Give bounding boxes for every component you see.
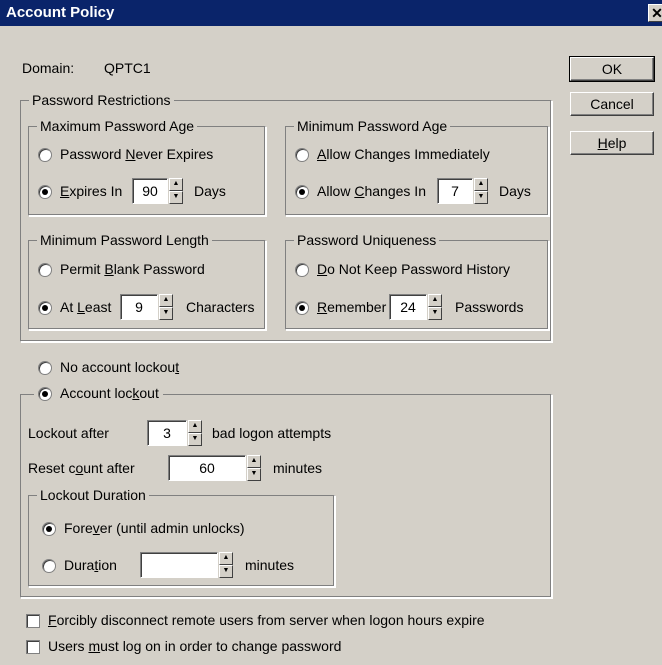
spin-up-icon[interactable]: ▲ [188,420,202,433]
radio-no-account-lockout[interactable]: No account lockout [38,359,179,376]
remember-passwords-input[interactable]: 24 [389,294,427,320]
radio-icon [38,148,52,163]
radio-password-never-expires[interactable]: Password Never Expires [38,146,213,163]
spin-down-icon[interactable]: ▼ [169,191,183,204]
radio-duration[interactable]: Duration [42,557,117,574]
lockout-duration-title: Lockout Duration [37,486,149,504]
spin-up-icon[interactable]: ▲ [247,455,261,468]
password-uniqueness-title: Password Uniqueness [294,231,440,249]
min-length-unit: Characters [186,299,255,315]
radio-expires-in[interactable]: Expires In [38,183,122,200]
checkbox-forcibly-disconnect[interactable]: Forcibly disconnect remote users from se… [26,612,485,629]
domain-label: Domain: [22,60,75,76]
duration-input[interactable] [140,552,218,578]
radio-do-not-keep-history[interactable]: Do Not Keep Password History [295,261,510,278]
radio-icon [38,361,52,376]
radio-at-least[interactable]: At Least [38,299,111,316]
min-password-age-group: Minimum Password Age [285,117,549,216]
reset-count-spinner[interactable]: 60 ▲ ▼ [168,455,261,481]
min-length-spinner[interactable]: 9 ▲ ▼ [120,294,173,320]
reset-count-input[interactable]: 60 [168,455,246,481]
remember-passwords-spinner[interactable]: 24 ▲ ▼ [389,294,442,320]
lockout-attempts-suffix: bad logon attempts [212,425,332,441]
max-age-days-input[interactable]: 90 [132,178,168,204]
lockout-attempts-input[interactable]: 3 [147,420,187,446]
account-policy-dialog: Account Policy ✕ Domain: QPTC1 OK Cancel… [0,0,662,665]
radio-forever[interactable]: Forever (until admin unlocks) [42,520,245,537]
duration-spinner[interactable]: ▲ ▼ [140,552,233,578]
spin-up-icon[interactable]: ▲ [159,294,173,307]
radio-icon [42,559,56,574]
radio-icon [38,387,52,402]
spin-down-icon[interactable]: ▼ [159,307,173,320]
radio-icon [38,263,52,278]
radio-icon [295,301,309,316]
radio-allow-changes-immediately[interactable]: Allow Changes Immediately [295,146,490,163]
reset-count-unit: minutes [273,460,323,476]
window-title: Account Policy [6,4,115,21]
duration-unit: minutes [245,557,295,573]
remember-passwords-unit: Passwords [455,299,524,315]
cancel-button[interactable]: Cancel [570,92,654,116]
spin-up-icon[interactable]: ▲ [169,178,183,191]
radio-icon [42,522,56,537]
checkbox-icon [26,640,40,655]
close-icon[interactable]: ✕ [648,4,662,22]
min-age-days-spinner[interactable]: 7 ▲ ▼ [437,178,488,204]
radio-icon [295,263,309,278]
radio-remember[interactable]: Remember [295,299,386,316]
lockout-attempts-spinner[interactable]: 3 ▲ ▼ [147,420,202,446]
lockout-after-label: Lockout after [28,425,109,441]
title-bar: Account Policy ✕ [0,0,662,26]
spin-up-icon[interactable]: ▲ [219,552,233,565]
max-password-age-title: Maximum Password Age [37,117,198,135]
min-age-days-input[interactable]: 7 [437,178,473,204]
radio-icon [38,301,52,316]
ok-button[interactable]: OK [569,56,655,82]
spin-down-icon[interactable]: ▼ [247,468,261,481]
radio-icon [295,148,309,163]
radio-allow-changes-in[interactable]: Allow Changes In [295,183,426,200]
spin-down-icon[interactable]: ▼ [474,191,488,204]
min-password-age-title: Minimum Password Age [294,117,451,135]
spin-down-icon[interactable]: ▼ [219,565,233,578]
spin-up-icon[interactable]: ▲ [474,178,488,191]
min-length-input[interactable]: 9 [120,294,158,320]
spin-up-icon[interactable]: ▲ [428,294,442,307]
max-age-days-unit: Days [194,183,226,199]
reset-count-label: Reset count after [28,460,135,476]
radio-icon [295,185,309,200]
help-button[interactable]: Help [570,131,654,155]
min-age-days-unit: Days [499,183,531,199]
spin-down-icon[interactable]: ▼ [428,307,442,320]
max-age-days-spinner[interactable]: 90 ▲ ▼ [132,178,183,204]
checkbox-users-must-log-on[interactable]: Users must log on in order to change pas… [26,638,341,655]
min-password-length-title: Minimum Password Length [37,231,212,249]
radio-icon [38,185,52,200]
spin-down-icon[interactable]: ▼ [188,433,202,446]
domain-value: QPTC1 [104,60,151,76]
password-restrictions-title: Password Restrictions [29,91,174,109]
radio-account-lockout[interactable]: Account lockout [34,385,163,402]
radio-permit-blank-password[interactable]: Permit Blank Password [38,261,205,278]
checkbox-icon [26,614,40,629]
